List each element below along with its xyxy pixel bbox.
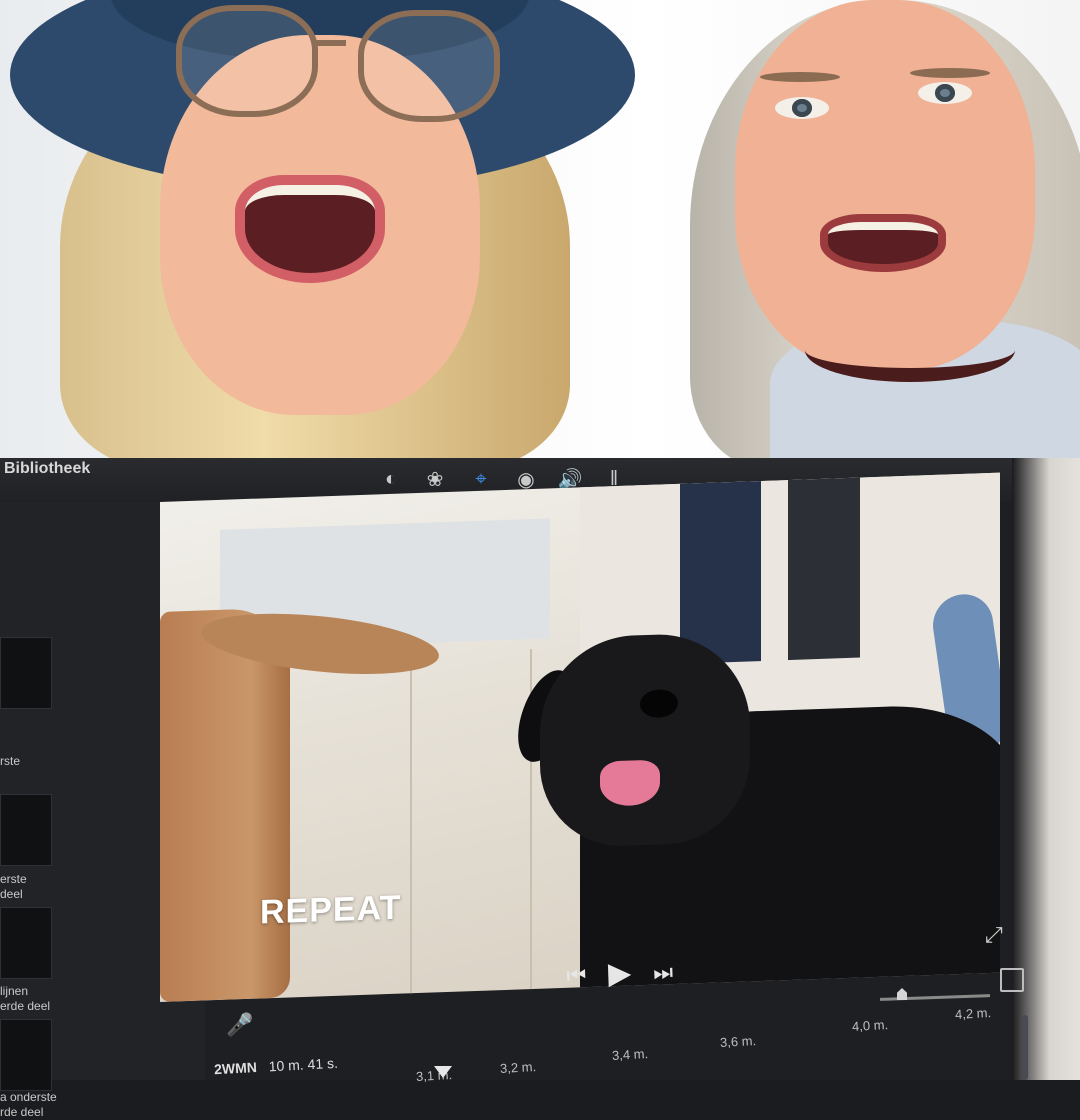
film-strip-icon[interactable] [1000,968,1024,992]
video-title-overlay: REPEAT [260,888,402,932]
glasses-left-lens [176,5,318,117]
project-name: 2WMN [213,1059,258,1078]
timeline-playhead[interactable] [434,1066,452,1078]
play-icon[interactable]: ▶ [608,957,632,991]
playback-controls: ⏮ ▶ ⏭ [566,957,674,991]
person-legs [680,472,860,664]
clip-label: rste [0,754,21,768]
fullscreen-icon[interactable]: ⤢ [985,922,1003,948]
clip-label: erste deel [0,872,27,901]
right-mouth [828,222,938,264]
left-mouth [245,185,375,273]
brown-dog [160,607,290,1002]
timeline-tick: 3,4 m. [611,1046,649,1063]
clip-thumbnail[interactable] [0,907,52,979]
selfie-photo [0,0,1080,460]
clip-label: lijnen erde deel [0,984,51,1013]
clip-thumbnail[interactable] [0,1019,52,1091]
right-eye-left [775,97,829,119]
right-brow-right [910,68,990,78]
color-balance-icon[interactable]: ◐ [377,466,405,492]
skip-back-icon[interactable]: ⏮ [566,962,587,989]
black-dog-head [540,631,750,849]
right-face [735,0,1035,370]
crop-icon[interactable]: ⌖ [467,466,495,492]
glasses-right-lens [358,10,500,122]
microphone-icon[interactable]: 🎤 [226,1012,253,1038]
timeline-scrollbar[interactable] [1022,1015,1028,1080]
right-brow-left [760,72,840,82]
glasses-bridge [316,40,346,46]
floor-line [410,653,412,1002]
right-eye-right [918,82,972,104]
color-palette-icon[interactable]: ❀ [421,466,449,492]
timeline-tick: 4,0 m. [851,1017,889,1034]
library-tab[interactable]: Bibliotheek [4,460,90,478]
timeline-tick: 3,6 m. [719,1033,757,1050]
clip-thumbnail[interactable] [0,637,52,709]
video-viewer[interactable]: REPEAT [160,472,1000,1002]
clip-label: a onderste rde deel [0,1090,57,1119]
timeline-tick: 4,2 m. [954,1005,992,1022]
timeline-tick: 3,2 m. [499,1059,537,1076]
clip-thumbnail[interactable] [0,794,52,866]
sweater-collar [805,318,1015,382]
skip-forward-icon[interactable]: ⏭ [653,959,674,986]
